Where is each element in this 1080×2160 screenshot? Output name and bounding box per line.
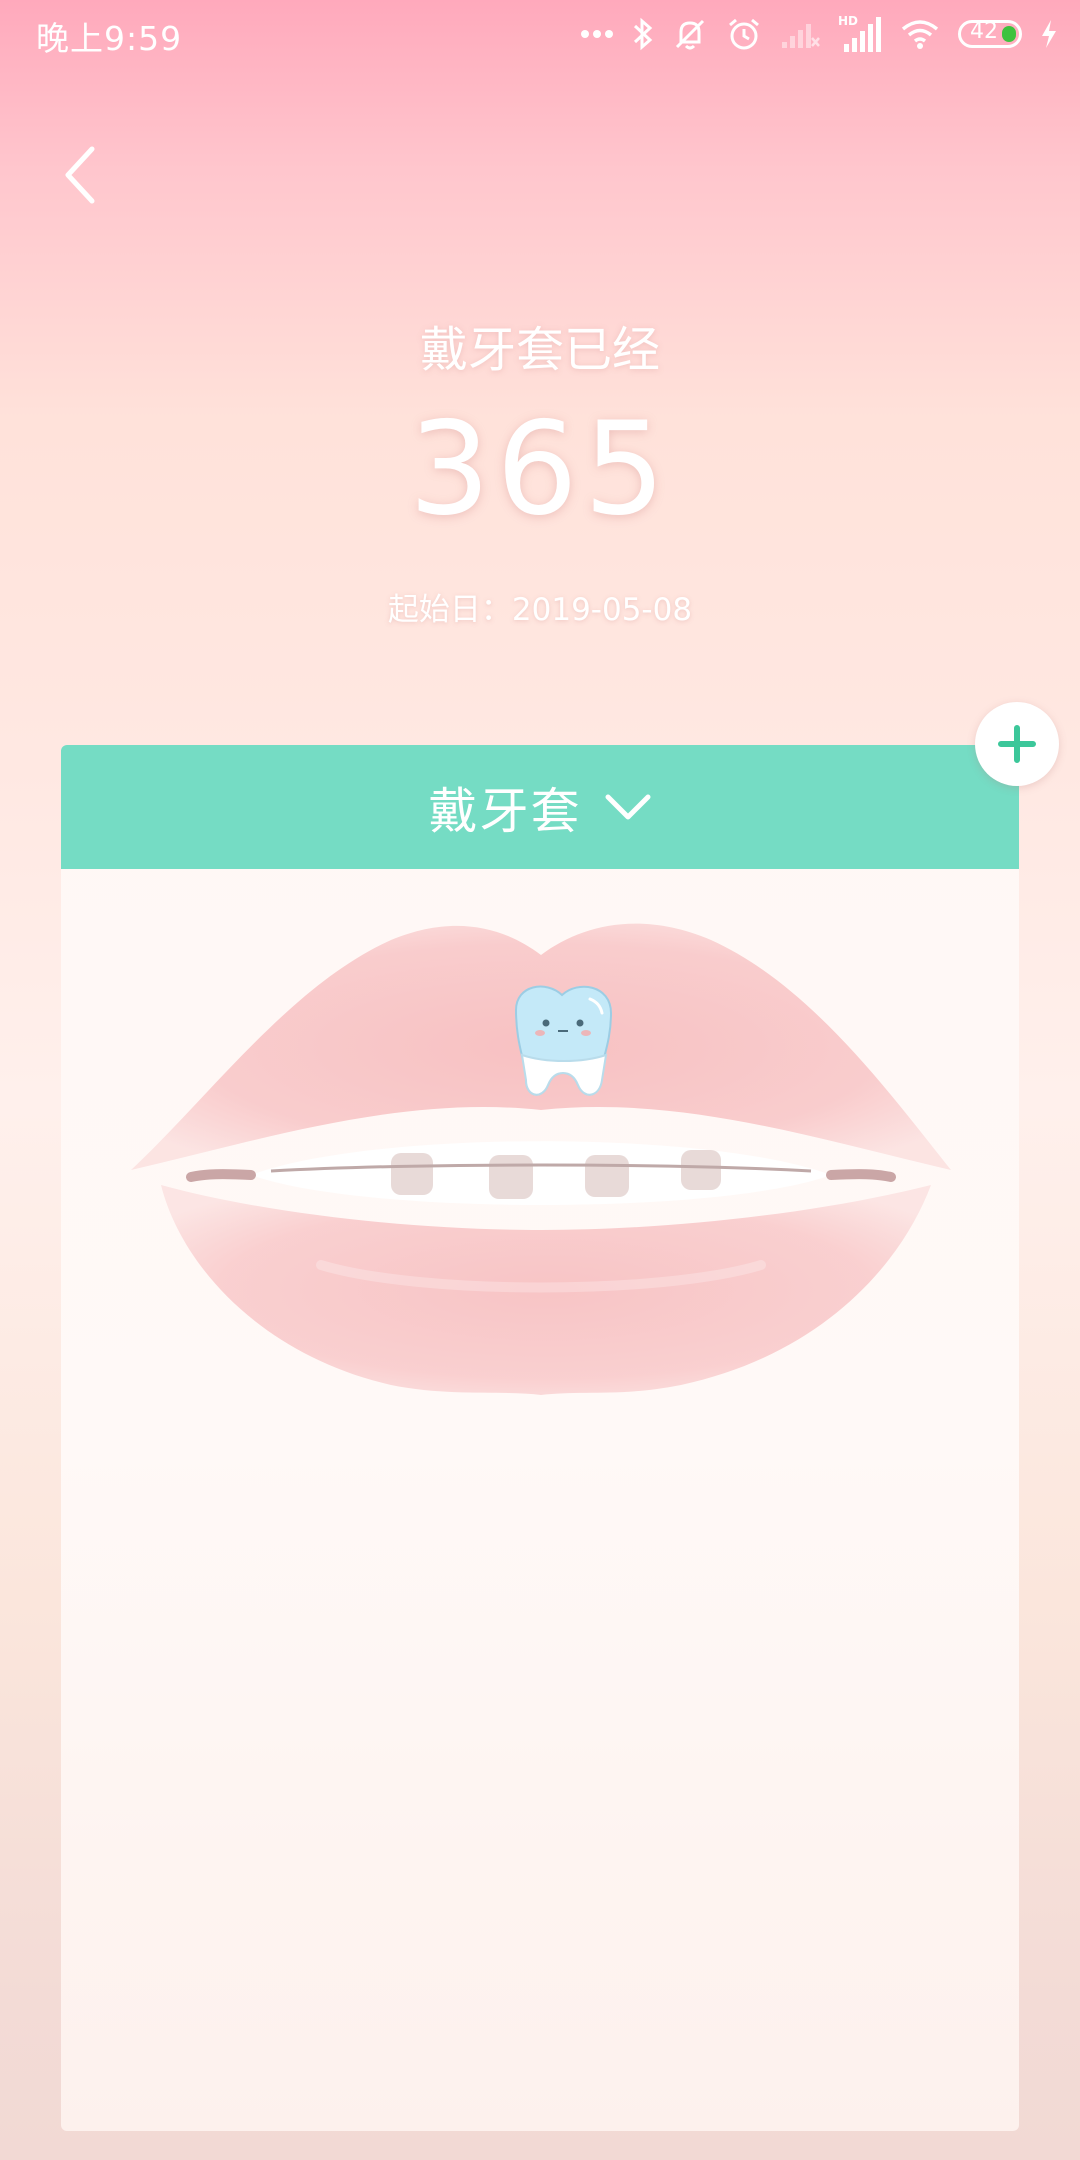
counter-label: 戴牙套已经 (419, 322, 660, 378)
status-time: 晚上9:59 (36, 19, 183, 58)
status-bar: 晚上9:59 HD 42 (0, 0, 1080, 70)
chevron-left-icon (65, 146, 95, 204)
signal-weak-icon (782, 24, 820, 48)
back-button[interactable] (56, 140, 104, 210)
charging-icon (1042, 20, 1056, 48)
battery-level: 42 (970, 19, 998, 44)
status-icons: HD 42 (580, 10, 1058, 58)
svg-text:HD: HD (838, 14, 858, 28)
card-title: 戴牙套 (428, 782, 582, 840)
alarm-icon (729, 18, 759, 50)
counter-value: 365 (408, 395, 672, 544)
start-date: 起始日：2019-05-08 (387, 592, 693, 628)
add-button[interactable] (975, 702, 1059, 786)
plus-icon (998, 725, 1036, 763)
more-dots-icon (581, 30, 613, 38)
hd-signal-icon: HD (838, 14, 881, 52)
chevron-down-icon (605, 794, 650, 820)
card: 戴牙套 (61, 745, 1019, 2131)
battery-icon: 42 (958, 19, 1022, 48)
bluetooth-icon (633, 17, 653, 51)
card-header-dropdown[interactable]: 戴牙套 (61, 745, 1019, 869)
mute-icon (675, 19, 705, 50)
lips-illustration (121, 885, 961, 1405)
wifi-icon (901, 20, 939, 49)
